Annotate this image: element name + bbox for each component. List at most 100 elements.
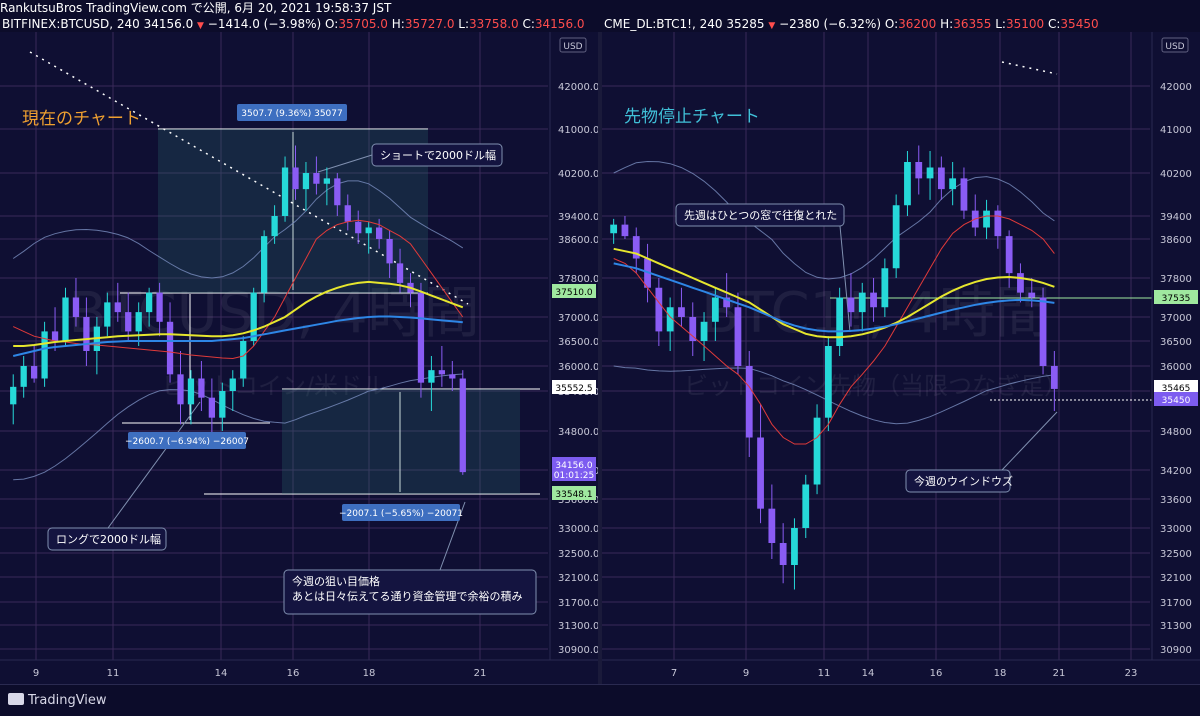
y-tick-label: 33000.0 [558, 524, 598, 535]
candle-body [428, 370, 435, 383]
right-ohlc-readout: CME_DL:BTC1!, 240 35285 ▼ −2380 (−6.32%)… [604, 16, 1099, 32]
left-change: −1414.0 (−3.98%) [207, 17, 322, 31]
x-tick-label: 9 [33, 668, 39, 679]
candle-body [915, 162, 923, 179]
candle-body [802, 484, 810, 528]
right-open: 36200 [898, 17, 937, 31]
candle-body [1039, 297, 1047, 366]
candle-body [10, 386, 17, 405]
y-tick-label: 32100 [1160, 573, 1192, 584]
right-o-label: O: [884, 17, 899, 31]
candle-body [20, 366, 27, 387]
candle-body [881, 268, 889, 308]
candle-body [926, 167, 934, 179]
right-close: 35450 [1060, 17, 1099, 31]
candle-body [858, 292, 866, 313]
candle-body [892, 205, 900, 269]
y-tick-label: 31300 [1160, 621, 1192, 632]
chart-annotation-title: 現在のチャート [22, 109, 141, 129]
x-tick-label: 16 [287, 668, 300, 679]
measure-label: 3507.7 (9.36%) 35077 [241, 109, 342, 119]
price-label: 35552.5 [555, 384, 592, 394]
candle-body [146, 292, 153, 313]
callout-pointer [1001, 411, 1058, 471]
candle-body [72, 297, 80, 317]
callout-text: 今週の狙い目価格 [292, 574, 380, 588]
currency-label: USD [563, 42, 582, 52]
x-tick-label: 14 [215, 668, 228, 679]
candle-body [757, 437, 764, 509]
y-tick-label: 31700 [1160, 598, 1192, 609]
candle-body [960, 178, 968, 211]
callout-text: ロングで2000ドル幅 [56, 532, 161, 546]
candle-body [983, 210, 990, 228]
chart-header-ohlc: BITFINEX:BTCUSD, 240 34156.0 ▼ −1414.0 (… [0, 16, 1200, 32]
right-chart-panel[interactable]: BTC1!, 4時間 ビットコイン先物（当限つなぎ足） 42000 41000 4020… [602, 32, 1200, 684]
right-high: 36355 [953, 17, 992, 31]
candle-body [240, 341, 247, 379]
x-tick-label: 9 [743, 668, 749, 679]
candle-body [344, 205, 351, 222]
candle-body [994, 210, 1002, 237]
right-change: −2380 (−6.32%) [779, 17, 882, 31]
candle-body [198, 378, 205, 398]
candle-body [376, 227, 383, 239]
y-tick-label: 42000.0 [558, 82, 598, 93]
candle-body [791, 528, 798, 565]
candle-body [847, 297, 855, 313]
candle-body [438, 370, 445, 375]
down-arrow-icon: ▼ [768, 21, 776, 31]
y-tick-label: 37800.0 [558, 274, 598, 285]
right-chart-canvas[interactable]: BTC1!, 4時間ビットコイン先物（当限つなぎ足） 42000 41000 4020… [602, 32, 1200, 684]
candle-body [700, 321, 708, 341]
y-tick-label: 30900.0 [558, 645, 598, 656]
price-label-countdown: 01:01:25 [554, 471, 594, 481]
y-tick-label: 41000.0 [558, 125, 598, 136]
tradingview-logo[interactable]: TradingView [8, 693, 107, 708]
y-tick-label: 33000 [1160, 524, 1192, 535]
candle-body [655, 287, 663, 332]
right-l-label: L: [995, 17, 1006, 31]
footer-bar: TradingView [0, 684, 1200, 716]
candle-body [937, 167, 945, 190]
left-h-label: H: [391, 17, 405, 31]
candle-body [104, 302, 111, 327]
left-chart-canvas[interactable]: BTCUSD, 4時間ビットコイン/米ドル42000.041000.040200… [0, 32, 598, 684]
candle-body [31, 366, 38, 379]
y-tick-label: 32100.0 [558, 573, 598, 584]
x-tick-label: 11 [107, 668, 120, 679]
watermark: BTC1!, 4時間 [701, 281, 1051, 346]
y-tick-label: 31300.0 [558, 621, 598, 632]
y-tick-label: 36500.0 [558, 337, 598, 348]
price-label: 33548.1 [555, 490, 592, 500]
candle-body [396, 263, 404, 283]
currency-label: USD [1165, 42, 1184, 52]
callout-text: あとは日々伝えてる通り資金管理で余裕の積み [292, 589, 522, 603]
candle-body [62, 297, 69, 341]
right-symbol[interactable]: CME_DL:BTC1!, 240 35285 [604, 17, 765, 31]
x-tick-label: 11 [818, 668, 831, 679]
y-tick-label: 36000.0 [558, 362, 598, 373]
candle-body [250, 292, 257, 341]
candle-body [1050, 366, 1058, 389]
candle-body [745, 366, 753, 438]
callout-text: 先週はひとつの窓で往復とれた [684, 208, 837, 222]
x-tick-label: 21 [1053, 668, 1066, 679]
candle-body [1028, 292, 1036, 298]
candle-body [114, 302, 121, 313]
candle-body [1005, 236, 1013, 274]
y-tick-label: 37000 [1160, 313, 1192, 324]
left-l-label: L: [458, 17, 470, 31]
candle-body [365, 227, 372, 234]
left-ohlc-readout: BITFINEX:BTCUSD, 240 34156.0 ▼ −1414.0 (… [2, 16, 585, 32]
left-chart-panel[interactable]: BTCUSD, 4時間 ビットコイン/米ドル 42000.0 41000.0 40200… [0, 32, 598, 684]
candle-body [83, 317, 90, 351]
candle-body [323, 178, 330, 184]
candle-body [768, 508, 776, 543]
candle-body [449, 374, 456, 379]
left-symbol[interactable]: BITFINEX:BTCUSD, 240 34156.0 [2, 17, 193, 31]
chart-header-title: RankutsuBros TradingView.com で公開, 6月 20,… [0, 0, 1200, 16]
y-tick-label: 37000.0 [558, 313, 598, 324]
price-label: 37510.0 [555, 288, 592, 298]
y-tick-label: 34800 [1160, 427, 1192, 438]
